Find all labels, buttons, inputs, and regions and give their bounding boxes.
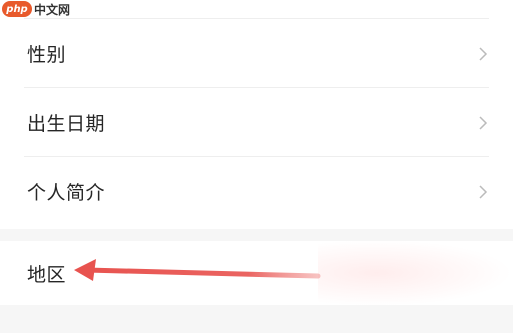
bio-label: 个人简介	[27, 182, 106, 204]
chevron-right-icon	[477, 46, 489, 62]
profile-settings-screen: 性别 出生日期 个人简介 地区 php 中文网	[0, 0, 513, 333]
chevron-right-icon	[477, 115, 489, 131]
settings-row-bio[interactable]: 个人简介	[0, 157, 513, 226]
region-label: 地区	[27, 263, 67, 286]
watermark: php 中文网	[2, 0, 70, 18]
settings-row-gender[interactable]: 性别	[0, 19, 513, 88]
highlight-glow	[318, 240, 513, 306]
chevron-right-icon	[477, 184, 489, 200]
gender-label: 性别	[27, 44, 67, 66]
watermark-text: 中文网	[34, 2, 71, 17]
settings-list: 性别 出生日期 个人简介	[0, 19, 513, 229]
section-separator	[0, 305, 513, 333]
settings-row-birthday[interactable]: 出生日期	[0, 88, 513, 157]
php-logo: php	[2, 1, 32, 17]
previous-row-edge	[0, 0, 513, 18]
birthday-label: 出生日期	[27, 113, 106, 135]
